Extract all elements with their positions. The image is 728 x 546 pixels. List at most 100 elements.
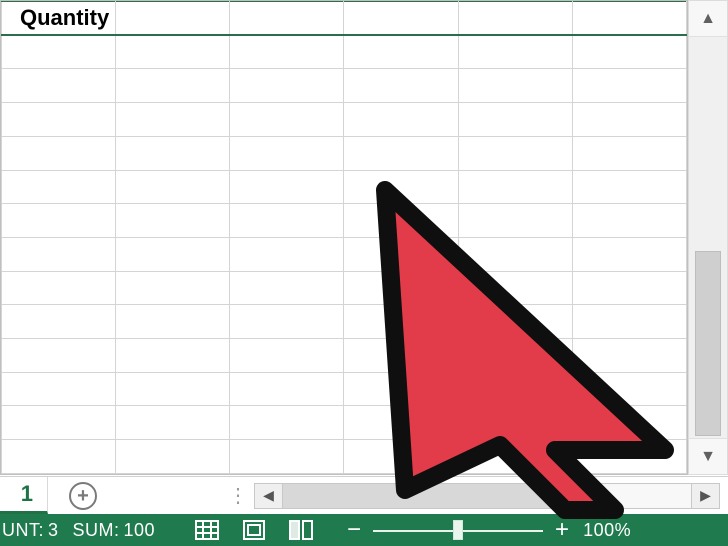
cell[interactable] <box>458 204 572 238</box>
cell[interactable] <box>116 372 230 406</box>
cell[interactable] <box>2 103 116 137</box>
cell[interactable] <box>230 440 344 474</box>
cell[interactable] <box>572 237 686 271</box>
cell[interactable] <box>230 35 344 69</box>
cell[interactable] <box>116 271 230 305</box>
cell[interactable] <box>2 69 116 103</box>
horizontal-scroll-track[interactable] <box>283 484 691 508</box>
zoom-slider[interactable] <box>373 520 543 540</box>
horizontal-scrollbar[interactable]: ◀ ▶ <box>254 483 720 509</box>
cell[interactable] <box>458 170 572 204</box>
cell[interactable] <box>116 440 230 474</box>
cell[interactable] <box>572 103 686 137</box>
horizontal-scroll-thumb[interactable] <box>283 484 560 508</box>
column-header-blank[interactable] <box>116 2 230 36</box>
scroll-up-button[interactable]: ▲ <box>689 1 727 37</box>
column-header-blank[interactable] <box>458 2 572 36</box>
cell[interactable] <box>344 204 458 238</box>
tab-split-grip-icon[interactable]: ⋮ <box>228 483 250 508</box>
cell[interactable] <box>344 271 458 305</box>
zoom-in-button[interactable]: + <box>553 518 571 542</box>
cell[interactable] <box>572 136 686 170</box>
cell[interactable] <box>458 103 572 137</box>
cell[interactable] <box>344 35 458 69</box>
zoom-slider-thumb[interactable] <box>453 520 463 540</box>
cell[interactable] <box>230 271 344 305</box>
cell[interactable] <box>2 271 116 305</box>
cell[interactable] <box>230 339 344 373</box>
cell[interactable] <box>230 406 344 440</box>
cell[interactable] <box>458 35 572 69</box>
zoom-percent-label[interactable]: 100% <box>577 520 639 541</box>
cell[interactable] <box>116 69 230 103</box>
cell[interactable] <box>458 69 572 103</box>
zoom-out-button[interactable]: − <box>345 518 363 542</box>
cell[interactable] <box>230 103 344 137</box>
cell[interactable] <box>344 406 458 440</box>
cell[interactable] <box>230 170 344 204</box>
add-sheet-button[interactable]: + <box>48 477 118 514</box>
cell[interactable] <box>344 103 458 137</box>
cell[interactable] <box>2 305 116 339</box>
cell[interactable] <box>230 69 344 103</box>
cell[interactable] <box>116 204 230 238</box>
cell[interactable] <box>344 305 458 339</box>
sheet-tab-active[interactable]: 1 <box>0 477 48 514</box>
cell[interactable] <box>572 372 686 406</box>
cell[interactable] <box>230 305 344 339</box>
cell[interactable] <box>2 204 116 238</box>
cell[interactable] <box>458 372 572 406</box>
cell[interactable] <box>2 372 116 406</box>
cell[interactable] <box>116 103 230 137</box>
scroll-down-button[interactable]: ▼ <box>689 438 727 474</box>
cell[interactable] <box>230 237 344 271</box>
cell[interactable] <box>230 372 344 406</box>
cell[interactable] <box>572 406 686 440</box>
vertical-scroll-thumb[interactable] <box>695 251 721 436</box>
scroll-right-button[interactable]: ▶ <box>691 484 719 508</box>
cell[interactable] <box>458 440 572 474</box>
column-header-blank[interactable] <box>344 2 458 36</box>
cell[interactable] <box>2 35 116 69</box>
cell[interactable] <box>2 170 116 204</box>
cell[interactable] <box>116 406 230 440</box>
cell[interactable] <box>344 170 458 204</box>
cell[interactable] <box>116 237 230 271</box>
page-break-view-icon[interactable] <box>289 520 313 540</box>
page-layout-view-icon[interactable] <box>243 520 265 540</box>
cell[interactable] <box>344 136 458 170</box>
cell[interactable] <box>230 204 344 238</box>
cell[interactable] <box>116 136 230 170</box>
spreadsheet-grid[interactable]: Quantity <box>0 0 688 475</box>
column-header-quantity[interactable]: Quantity <box>2 2 116 36</box>
cell[interactable] <box>344 440 458 474</box>
cell[interactable] <box>572 204 686 238</box>
cell[interactable] <box>116 305 230 339</box>
column-header-blank[interactable] <box>230 2 344 36</box>
scroll-left-button[interactable]: ◀ <box>255 484 283 508</box>
cell[interactable] <box>344 372 458 406</box>
cell[interactable] <box>2 339 116 373</box>
cell[interactable] <box>572 170 686 204</box>
cell[interactable] <box>344 237 458 271</box>
cell[interactable] <box>572 271 686 305</box>
cell[interactable] <box>458 237 572 271</box>
cell[interactable] <box>2 237 116 271</box>
cell[interactable] <box>2 406 116 440</box>
cell[interactable] <box>230 136 344 170</box>
cell[interactable] <box>572 35 686 69</box>
cell[interactable] <box>116 170 230 204</box>
cell[interactable] <box>458 271 572 305</box>
cell[interactable] <box>116 35 230 69</box>
cell[interactable] <box>344 69 458 103</box>
cell[interactable] <box>572 339 686 373</box>
cell[interactable] <box>458 136 572 170</box>
cell[interactable] <box>458 305 572 339</box>
cell[interactable] <box>572 440 686 474</box>
cell[interactable] <box>572 305 686 339</box>
cell[interactable] <box>116 339 230 373</box>
column-header-blank[interactable] <box>572 2 686 36</box>
cell[interactable] <box>2 440 116 474</box>
cell[interactable] <box>572 69 686 103</box>
vertical-scrollbar[interactable]: ▲ ▼ <box>688 0 728 475</box>
